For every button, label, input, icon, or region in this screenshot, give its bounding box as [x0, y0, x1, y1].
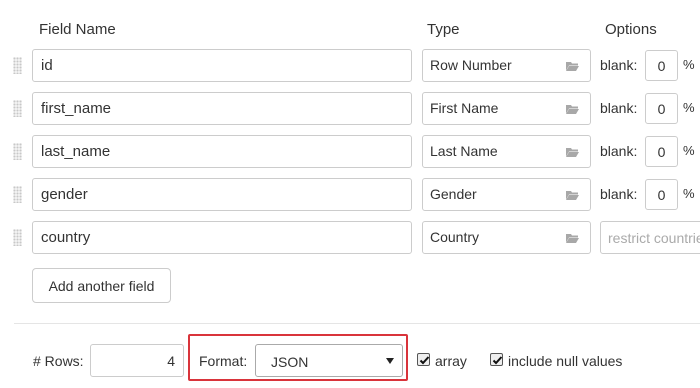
folder-open-icon: [566, 191, 579, 200]
field-row-country: Country: [0, 221, 700, 254]
drag-handle-icon[interactable]: [13, 57, 22, 74]
type-label: Row Number: [430, 57, 512, 73]
type-label: Country: [430, 229, 480, 245]
field-name-input[interactable]: [32, 49, 412, 82]
format-dropdown[interactable]: JSON: [255, 344, 403, 377]
type-label: Gender: [430, 186, 477, 202]
blank-label: blank:: [600, 143, 638, 159]
field-row-last-name: Last Name blank: %: [0, 135, 700, 168]
blank-percent-input[interactable]: [645, 93, 678, 124]
format-label: Format:: [199, 353, 248, 369]
blank-percent-input[interactable]: [645, 50, 678, 81]
checkmark-icon: [492, 356, 503, 365]
field-row-id: Row Number blank: %: [0, 49, 700, 82]
include-null-checkbox[interactable]: [490, 353, 503, 366]
type-selector[interactable]: Row Number: [422, 49, 591, 82]
header-options: Options: [605, 21, 657, 38]
percent-sign: %: [683, 186, 695, 201]
type-selector[interactable]: Gender: [422, 178, 591, 211]
include-null-label: include null values: [508, 353, 623, 369]
drag-handle-icon[interactable]: [13, 143, 22, 160]
blank-label: blank:: [600, 100, 638, 116]
restrict-countries-input[interactable]: [600, 221, 700, 254]
blank-percent-input[interactable]: [645, 136, 678, 167]
percent-sign: %: [683, 57, 695, 72]
blank-label: blank:: [600, 57, 638, 73]
format-selected-value: JSON: [271, 354, 309, 370]
folder-open-icon: [566, 105, 579, 114]
blank-label: blank:: [600, 186, 638, 202]
folder-open-icon: [566, 148, 579, 157]
type-label: Last Name: [430, 143, 498, 159]
field-name-input[interactable]: [32, 92, 412, 125]
caret-down-icon: [386, 358, 394, 364]
drag-handle-icon[interactable]: [13, 100, 22, 117]
add-another-field-button[interactable]: Add another field: [32, 268, 171, 303]
field-row-gender: Gender blank: %: [0, 178, 700, 211]
drag-handle-icon[interactable]: [13, 186, 22, 203]
folder-open-icon: [566, 234, 579, 243]
type-selector[interactable]: First Name: [422, 92, 591, 125]
checkmark-icon: [419, 356, 430, 365]
array-checkbox[interactable]: [417, 353, 430, 366]
field-name-input[interactable]: [32, 221, 412, 254]
drag-handle-icon[interactable]: [13, 229, 22, 246]
header-type: Type: [427, 21, 460, 38]
type-selector[interactable]: Country: [422, 221, 591, 254]
field-name-input[interactable]: [32, 135, 412, 168]
rows-count-input[interactable]: [90, 344, 184, 377]
percent-sign: %: [683, 100, 695, 115]
field-name-input[interactable]: [32, 178, 412, 211]
rows-label: # Rows:: [33, 353, 84, 369]
type-label: First Name: [430, 100, 499, 116]
folder-open-icon: [566, 62, 579, 71]
section-divider: [14, 323, 700, 324]
type-selector[interactable]: Last Name: [422, 135, 591, 168]
blank-percent-input[interactable]: [645, 179, 678, 210]
field-row-first-name: First Name blank: %: [0, 92, 700, 125]
array-label: array: [435, 353, 467, 369]
header-field-name: Field Name: [39, 21, 116, 38]
percent-sign: %: [683, 143, 695, 158]
